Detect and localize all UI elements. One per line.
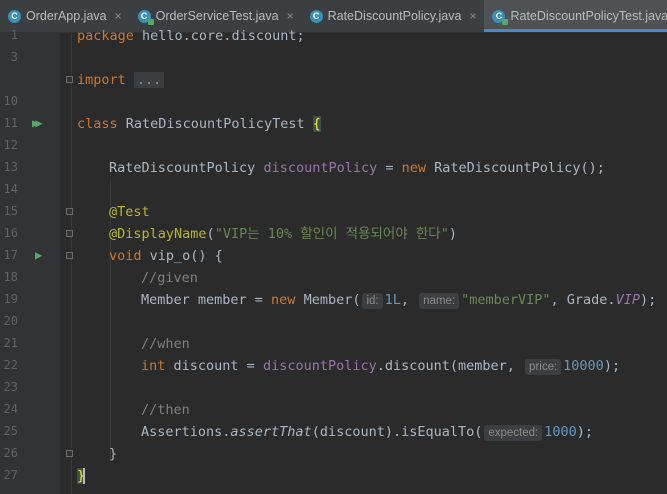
- run-all-tests-icon[interactable]: ▶▶: [32, 116, 43, 130]
- fold-marker-icon[interactable]: [66, 208, 73, 215]
- line-number: 11: [3, 116, 18, 130]
- line-number: 10: [3, 94, 18, 108]
- fold-marker-icon[interactable]: [66, 252, 73, 259]
- java-test-class-icon: C: [137, 9, 154, 25]
- line-number: 19: [3, 292, 18, 306]
- line-number: 17: [3, 248, 18, 262]
- tab-ratediscountpolicy[interactable]: C RateDiscountPolicy.java ×: [302, 0, 485, 32]
- line-number: 15: [3, 204, 18, 218]
- line-number: 26: [3, 446, 18, 460]
- java-test-class-icon: C: [492, 9, 509, 25]
- close-icon[interactable]: ×: [115, 9, 122, 23]
- tab-label: RateDiscountPolicy.java: [327, 9, 462, 23]
- code-line-1[interactable]: package hello.core.discount;: [77, 25, 305, 47]
- code-line-24[interactable]: //then: [141, 399, 190, 421]
- line-number: 14: [3, 182, 18, 196]
- line-number: 24: [3, 402, 18, 416]
- ide-window: C OrderApp.java × C OrderServiceTest.jav…: [0, 0, 667, 494]
- fold-marker-icon[interactable]: [66, 230, 73, 237]
- close-icon[interactable]: ×: [287, 9, 294, 23]
- tab-label: OrderApp.java: [26, 9, 107, 23]
- folded-imports: ...: [133, 72, 165, 88]
- param-hint: name:: [419, 293, 460, 309]
- code-line-15[interactable]: @Test: [109, 201, 150, 223]
- line-number: 27: [3, 468, 18, 482]
- line-number: 12: [3, 138, 18, 152]
- param-hint: price:: [525, 359, 562, 375]
- line-number: 13: [3, 160, 18, 174]
- code-line-3[interactable]: import ...: [77, 69, 165, 91]
- text-caret: [83, 468, 86, 484]
- fold-marker-icon[interactable]: [66, 76, 73, 83]
- code-line-27[interactable]: }: [77, 465, 86, 487]
- code-line-21[interactable]: //when: [141, 333, 190, 355]
- code-line-16[interactable]: @DisplayName("VIP는 10% 할인이 적용되어야 한다"): [109, 223, 457, 245]
- java-class-icon: C: [309, 9, 323, 23]
- param-hint: expected:: [484, 425, 543, 441]
- fold-marker-icon[interactable]: [66, 450, 73, 457]
- line-number: 1: [10, 28, 18, 42]
- line-number: 21: [3, 336, 18, 350]
- code-line-13[interactable]: RateDiscountPolicy discountPolicy = new …: [109, 157, 605, 179]
- code-line-18[interactable]: //given: [141, 267, 198, 289]
- run-test-icon[interactable]: ▶: [35, 248, 42, 262]
- code-line-22[interactable]: int discount = discountPolicy.discount(m…: [141, 355, 620, 377]
- code-line-17[interactable]: void vip_o() {: [109, 245, 223, 267]
- line-number: 20: [3, 314, 18, 328]
- line-number: 18: [3, 270, 18, 284]
- tab-label: RateDiscountPolicyTest.java: [510, 9, 667, 23]
- java-class-icon: C: [8, 9, 21, 23]
- param-hint: id:: [362, 293, 383, 309]
- line-number: 3: [10, 50, 18, 64]
- line-number: 16: [3, 226, 18, 240]
- code-line-19[interactable]: Member member = new Member(id: 1L, name: "…: [141, 289, 656, 311]
- tab-ratediscountpolicytest[interactable]: C RateDiscountPolicyTest.java ×: [484, 0, 667, 32]
- code-line-26[interactable]: }: [109, 443, 117, 465]
- fold-guide: [71, 33, 72, 494]
- tab-label: OrderServiceTest.java: [155, 9, 279, 23]
- code-line-25[interactable]: Assertions.assertThat(discount).isEqualT…: [141, 421, 593, 443]
- line-number: 23: [3, 380, 18, 394]
- line-number: 22: [3, 358, 18, 372]
- close-icon[interactable]: ×: [469, 9, 476, 23]
- code-line-11[interactable]: class RateDiscountPolicyTest {: [77, 113, 321, 135]
- line-number: 25: [3, 424, 18, 438]
